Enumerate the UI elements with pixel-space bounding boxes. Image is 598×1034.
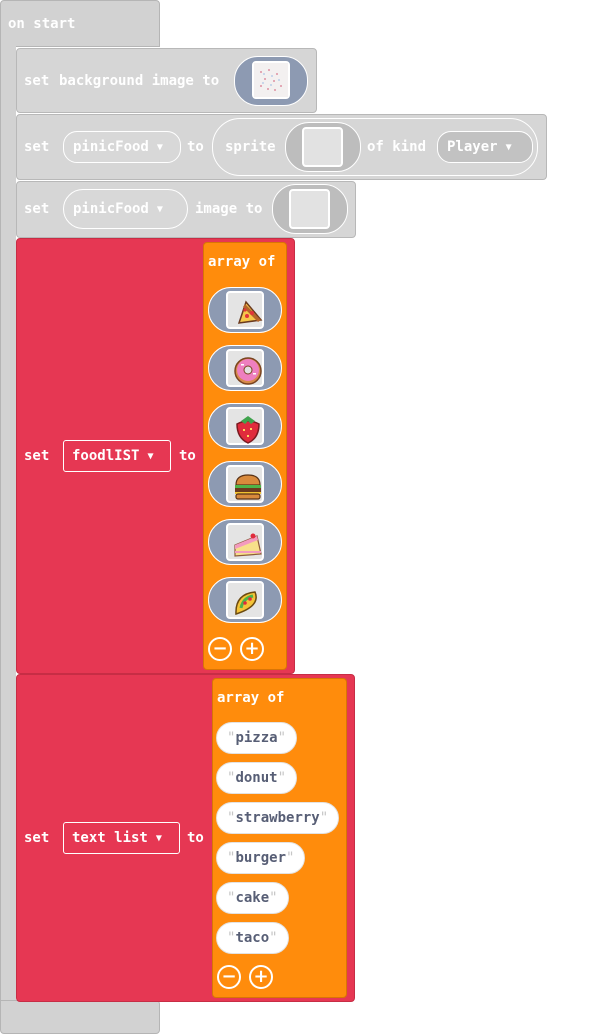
image-to-label: image to <box>195 201 263 217</box>
image-thumbnail[interactable] <box>226 523 264 561</box>
on-start-label: on start <box>8 16 76 32</box>
sprite-image-thumbnail[interactable] <box>302 127 343 167</box>
background-image-thumbnail[interactable] <box>252 61 290 99</box>
on-start-spine <box>0 40 16 1000</box>
to-label: to <box>187 139 204 155</box>
variable-name: foodlIST <box>72 448 140 464</box>
set-label: set <box>24 201 50 217</box>
variable-dropdown[interactable]: pinicFood ▼ <box>63 131 181 163</box>
chevron-down-icon: ▼ <box>155 833 162 844</box>
string-item-taco[interactable]: "taco" <box>216 922 289 954</box>
burger-icon <box>235 474 261 500</box>
add-item-icon[interactable]: + <box>249 965 273 989</box>
pizza-icon <box>237 300 263 324</box>
image-item-cake[interactable] <box>208 519 282 565</box>
chevron-down-icon: ▼ <box>505 142 512 153</box>
set-label: set <box>24 830 50 846</box>
variable-dropdown[interactable]: foodlIST ▼ <box>63 440 171 472</box>
image-thumbnail[interactable] <box>226 465 264 503</box>
strawberry-icon <box>236 416 260 444</box>
string-value: donut <box>235 770 278 786</box>
image-item-strawberry[interactable] <box>208 403 282 449</box>
array-of-label: array of <box>208 254 276 270</box>
taco-icon <box>235 591 257 616</box>
string-value: strawberry <box>235 810 320 826</box>
image-thumbnail[interactable] <box>226 291 264 329</box>
sprite-label: sprite <box>225 139 276 155</box>
to-label: to <box>179 448 196 464</box>
image-item-pizza[interactable] <box>208 287 282 333</box>
remove-item-icon[interactable]: − <box>217 965 241 989</box>
variable-dropdown[interactable]: pinicFood ▼ <box>63 189 188 229</box>
on-start-footer <box>0 1000 160 1034</box>
set-label: set <box>24 73 50 89</box>
add-item-icon[interactable]: + <box>240 637 264 661</box>
kind-name: Player <box>447 139 498 155</box>
kind-dropdown[interactable]: Player ▼ <box>437 131 533 163</box>
string-value: burger <box>235 850 287 866</box>
of-kind-label: of kind <box>367 139 427 155</box>
variable-name: pinicFood <box>73 201 149 217</box>
remove-item-icon[interactable]: − <box>208 637 232 661</box>
image-item-donut[interactable] <box>208 345 282 391</box>
set-label: set <box>24 139 50 155</box>
set-label: set <box>24 448 50 464</box>
chevron-down-icon: ▼ <box>147 451 154 462</box>
string-item-cake[interactable]: "cake" <box>216 882 289 914</box>
image-item-taco[interactable] <box>208 577 282 623</box>
image-item-burger[interactable] <box>208 461 282 507</box>
variable-dropdown[interactable]: text list ▼ <box>63 822 180 854</box>
chevron-down-icon: ▼ <box>156 204 163 215</box>
donut-icon <box>234 357 262 385</box>
string-value: taco <box>235 930 270 946</box>
string-item-strawberry[interactable]: "strawberry" <box>216 802 340 834</box>
background-image-to-label: background image to <box>59 73 220 89</box>
string-item-burger[interactable]: "burger" <box>216 842 306 874</box>
string-item-pizza[interactable]: "pizza" <box>216 722 298 754</box>
image-thumbnail[interactable] <box>226 581 264 619</box>
cake-icon <box>234 533 262 557</box>
pattern-icon <box>254 63 288 97</box>
image-thumbnail[interactable] <box>226 407 264 445</box>
string-value: pizza <box>235 730 278 746</box>
string-value: cake <box>235 890 270 906</box>
image-thumbnail[interactable] <box>226 349 264 387</box>
variable-name: pinicFood <box>73 139 149 155</box>
chevron-down-icon: ▼ <box>156 142 163 153</box>
variable-name: text list <box>72 830 148 846</box>
string-item-donut[interactable]: "donut" <box>216 762 298 794</box>
array-of-label: array of <box>217 690 285 706</box>
image-thumbnail[interactable] <box>289 189 330 229</box>
to-label: to <box>187 830 204 846</box>
